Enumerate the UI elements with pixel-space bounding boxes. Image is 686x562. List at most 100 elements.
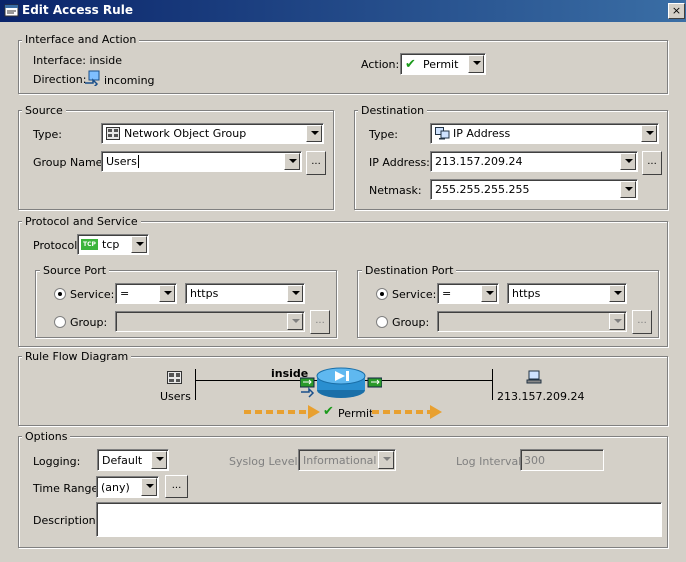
source-port-browse-button[interactable]: ... <box>310 310 330 334</box>
time-range-value: (any) <box>101 481 130 494</box>
dest-service-radio[interactable] <box>376 288 388 300</box>
dest-type-select[interactable]: IP Address <box>430 123 659 144</box>
chevron-down-icon[interactable] <box>131 236 147 253</box>
flow-dest-bar <box>492 369 493 400</box>
chevron-down-icon[interactable] <box>620 181 636 198</box>
time-range-browse-button[interactable]: ... <box>165 475 188 498</box>
ip-address-icon <box>435 127 450 140</box>
title-bar: Edit Access Rule × <box>0 0 686 22</box>
dest-group-radio[interactable] <box>376 316 388 328</box>
source-legend: Source <box>22 104 66 117</box>
direction-label: Direction: <box>33 73 87 86</box>
interface-text: Interface: inside <box>33 54 123 67</box>
action-select[interactable]: ✔ Permit <box>400 53 486 75</box>
dest-browse-button[interactable]: ... <box>642 151 662 175</box>
options-legend: Options <box>22 430 71 443</box>
log-interval-value: 300 <box>524 454 545 467</box>
chevron-down-icon[interactable] <box>287 313 303 330</box>
chevron-down-icon[interactable] <box>141 478 157 496</box>
log-interval-input[interactable]: 300 <box>520 449 604 471</box>
chevron-down-icon[interactable] <box>159 285 175 302</box>
chevron-down-icon[interactable] <box>287 285 303 302</box>
source-group-select[interactable] <box>115 311 305 332</box>
tcp-protocol-icon: TCP <box>81 239 98 250</box>
description-input[interactable] <box>96 502 662 537</box>
chevron-down-icon[interactable] <box>306 125 322 142</box>
protocol-label: Protocol: <box>33 239 82 252</box>
interface-action-legend: Interface and Action <box>22 33 140 46</box>
source-operator-select[interactable]: = <box>115 283 177 304</box>
syslog-level-value: Informational <box>303 454 377 467</box>
chevron-down-icon[interactable] <box>609 313 625 330</box>
flow-source-bar <box>195 369 196 400</box>
chevron-down-icon[interactable] <box>284 153 300 170</box>
dest-port-legend: Destination Port <box>362 264 457 277</box>
protocol-value: tcp <box>102 238 120 251</box>
protocol-select[interactable]: TCP tcp <box>77 234 149 255</box>
close-button[interactable]: × <box>668 3 685 19</box>
chevron-down-icon[interactable] <box>641 125 657 142</box>
rule-flow-legend: Rule Flow Diagram <box>22 350 132 363</box>
group-name-label: Group Name: <box>33 156 107 169</box>
action-label: Action: <box>361 58 400 71</box>
dest-group-select[interactable] <box>437 311 627 332</box>
network-object-group-icon <box>106 127 120 140</box>
source-type-select[interactable]: Network Object Group <box>101 123 324 144</box>
dest-service-label: Service: <box>392 288 437 301</box>
window-title: Edit Access Rule <box>22 3 133 17</box>
syslog-level-label: Syslog Level: <box>229 455 302 468</box>
ip-address-label: IP Address: <box>369 156 430 169</box>
source-service-value: https <box>190 287 219 300</box>
router-icon <box>300 367 382 398</box>
dest-type-value: IP Address <box>453 127 511 140</box>
logging-value: Default <box>102 454 143 467</box>
syslog-level-select[interactable]: Informational <box>298 449 396 471</box>
netmask-value: 255.255.255.255 <box>435 183 530 196</box>
ip-address-value: 213.157.209.24 <box>435 155 523 168</box>
app-icon <box>4 4 19 17</box>
source-service-radio[interactable] <box>54 288 66 300</box>
chevron-down-icon[interactable] <box>378 451 394 469</box>
source-port-legend: Source Port <box>40 264 110 277</box>
netmask-label: Netmask: <box>369 184 422 197</box>
host-computer-icon <box>526 370 542 384</box>
description-label: Description: <box>33 514 100 527</box>
chevron-down-icon[interactable] <box>468 55 484 73</box>
ip-address-input[interactable]: 213.157.209.24 <box>430 151 638 172</box>
dest-service-value: https <box>512 287 541 300</box>
source-browse-button[interactable]: ... <box>306 151 326 175</box>
time-range-select[interactable]: (any) <box>96 476 159 498</box>
flow-action-label: Permit <box>338 407 374 420</box>
group-name-input[interactable]: Users <box>101 151 302 172</box>
dest-operator-value: = <box>442 287 452 300</box>
logging-label: Logging: <box>33 455 81 468</box>
chevron-down-icon[interactable] <box>620 153 636 170</box>
source-service-label: Service: <box>70 288 115 301</box>
check-icon: ✔ <box>405 57 416 72</box>
flow-arrow-left-icon <box>244 405 320 419</box>
source-service-select[interactable]: https <box>185 283 305 304</box>
incoming-direction-icon <box>85 70 100 86</box>
dest-type-label: Type: <box>369 128 398 141</box>
action-value: Permit <box>423 58 459 71</box>
network-object-group-icon <box>167 371 182 384</box>
source-group-radio[interactable] <box>54 316 66 328</box>
dest-operator-select[interactable]: = <box>437 283 499 304</box>
group-name-value: Users <box>106 155 137 168</box>
chevron-down-icon[interactable] <box>481 285 497 302</box>
source-group-label: Group: <box>70 316 108 329</box>
flow-arrow-right-icon <box>372 405 442 419</box>
log-interval-label: Log Interval: <box>456 455 525 468</box>
check-icon: ✔ <box>323 404 334 419</box>
flow-source-label: Users <box>160 390 191 403</box>
dest-port-browse-button[interactable]: ... <box>632 310 652 334</box>
text-cursor <box>138 155 139 168</box>
direction-value: incoming <box>104 74 155 87</box>
source-type-value: Network Object Group <box>124 127 247 140</box>
netmask-select[interactable]: 255.255.255.255 <box>430 179 638 200</box>
chevron-down-icon[interactable] <box>151 451 167 469</box>
destination-legend: Destination <box>358 104 428 117</box>
chevron-down-icon[interactable] <box>609 285 625 302</box>
logging-select[interactable]: Default <box>97 449 169 471</box>
dest-service-select[interactable]: https <box>507 283 627 304</box>
